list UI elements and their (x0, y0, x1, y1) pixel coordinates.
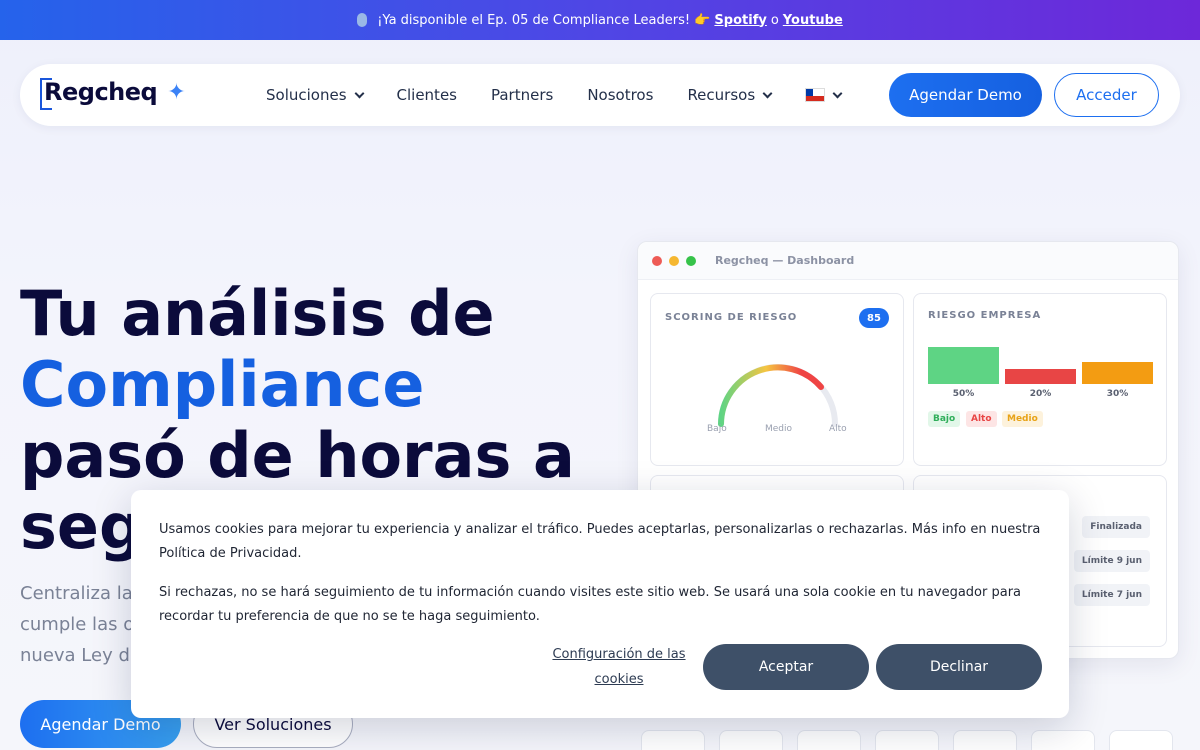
nav-label: Soluciones (266, 86, 347, 104)
risk-tag-bajo: Bajo (928, 411, 961, 427)
riesgo-empresa-card: RIESGO EMPRESA Bajo Alto Medio 50% 20% 30% (913, 293, 1167, 466)
client-logo-tile (641, 730, 705, 750)
hero-title-line: pasó de horas a (20, 419, 575, 492)
nav-item-partners[interactable]: Partners (491, 86, 553, 104)
nav-label: Recursos (687, 86, 756, 104)
acceder-button[interactable]: Acceder (1054, 73, 1159, 117)
window-maximize-dot (686, 255, 696, 266)
nav-menu: Soluciones Clientes Partners Nosotros Re… (266, 64, 843, 126)
logo-text: Regcheq (44, 78, 158, 106)
cookie-text-2: Si rechazas, no se hará seguimiento de t… (159, 585, 1021, 624)
window-title: Regcheq — Dashboard (715, 254, 855, 267)
risk-bar-label: 20% (1029, 389, 1052, 399)
status-pill: Límite 9 jun (1073, 550, 1150, 572)
window-minimize-dot (669, 255, 679, 266)
status-pill: Finalizada (1082, 516, 1150, 538)
chevron-down-icon (354, 88, 364, 98)
agendar-demo-button[interactable]: Agendar Demo (889, 73, 1042, 117)
cookie-settings-link[interactable]: Configuración de las cookies (551, 642, 687, 692)
risk-bar-label: 50% (952, 389, 975, 399)
announcement-text: ¡Ya disponible el Ep. 05 de Compliance L… (377, 12, 711, 28)
client-logo-tile (719, 730, 783, 750)
nav-item-soluciones[interactable]: Soluciones (266, 86, 364, 104)
risk-bar (928, 347, 999, 384)
hero-title-highlight: Compliance (20, 348, 425, 421)
gauge-label-high: Alto (829, 424, 847, 434)
decline-cookies-button[interactable]: Declinar (876, 644, 1042, 690)
youtube-link[interactable]: Youtube (783, 13, 843, 28)
score-badge: 85 (859, 308, 889, 328)
window-titlebar: Regcheq — Dashboard (638, 242, 1178, 280)
nav-label: Partners (490, 86, 554, 104)
chevron-down-icon (762, 88, 773, 98)
chile-flag-icon (805, 88, 826, 102)
risk-gauge (718, 364, 838, 427)
card-label: SCORING DE RIESGO (665, 312, 798, 323)
spotify-link[interactable]: Spotify (714, 13, 766, 28)
announcement-bar: ¡Ya disponible el Ep. 05 de Compliance L… (0, 0, 1200, 40)
microphone-icon (357, 13, 368, 27)
risk-bar (1005, 369, 1076, 384)
risk-tag-medio: Medio (1002, 411, 1043, 427)
risk-bar-label: 30% (1106, 389, 1129, 399)
language-selector[interactable] (805, 88, 843, 102)
hero-title-line: Tu análisis de (20, 277, 495, 350)
client-logo-tile (1031, 730, 1095, 750)
logo[interactable]: Regcheq ✦ (40, 78, 186, 110)
gauge-label-low: Bajo (707, 424, 727, 434)
nav-item-nosotros[interactable]: Nosotros (587, 86, 653, 104)
announcement-connector: o (770, 12, 779, 28)
nav-item-recursos[interactable]: Recursos (687, 86, 773, 104)
risk-bar (1082, 362, 1153, 384)
client-logo-tile (875, 730, 939, 750)
accept-cookies-button[interactable]: Aceptar (703, 644, 869, 690)
client-logo-tile (1109, 730, 1173, 750)
cookie-text-1: Usamos cookies para mejorar tu experienc… (159, 522, 1041, 561)
scoring-card: SCORING DE RIESGO 85 Bajo Medio Alto (650, 293, 904, 466)
card-label: RIESGO EMPRESA (928, 310, 1042, 321)
client-logo-tile (797, 730, 861, 750)
logo-bracket-icon (40, 78, 52, 110)
status-pill: Límite 7 jun (1073, 584, 1150, 606)
chevron-down-icon (832, 88, 843, 98)
sparkle-icon: ✦ (167, 79, 186, 105)
gauge-label-mid: Medio (765, 424, 793, 434)
client-logo-tile (953, 730, 1017, 750)
nav-label: Nosotros (587, 86, 654, 104)
nav-item-clientes[interactable]: Clientes (397, 86, 457, 104)
risk-tag-alto: Alto (966, 411, 997, 427)
main-navbar: Regcheq ✦ Soluciones Clientes Partners N… (20, 64, 1180, 126)
nav-label: Clientes (396, 86, 457, 104)
cookie-consent-modal: Usamos cookies para mejorar tu experienc… (131, 490, 1069, 718)
window-close-dot (652, 255, 662, 266)
